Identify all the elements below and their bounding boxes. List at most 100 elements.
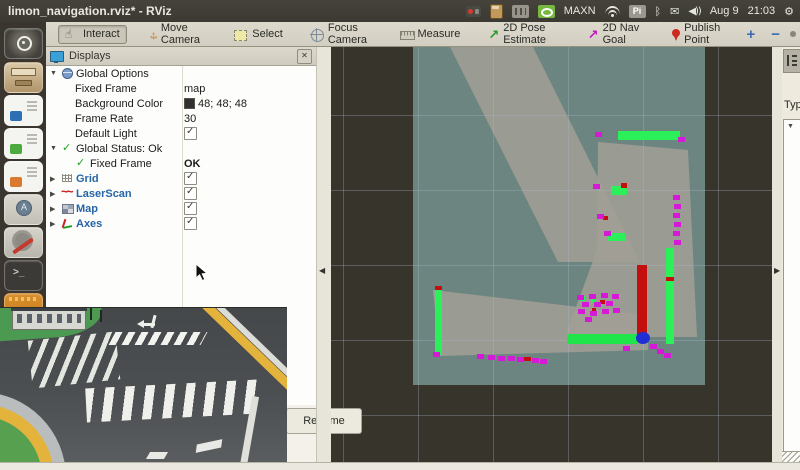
pi-indicator[interactable]: Pi — [629, 5, 646, 18]
clipboard-icon[interactable] — [490, 4, 503, 19]
displays-row[interactable]: ▶Map — [46, 201, 316, 216]
displays-row[interactable]: ▼ Global Status: Ok — [46, 141, 316, 156]
laserscan-hit-magenta — [595, 132, 602, 137]
panel-tab-icon[interactable] — [783, 49, 800, 73]
displays-panel-titlebar[interactable]: Displays ✕ — [46, 47, 316, 66]
expander-icon[interactable]: ▶ — [50, 190, 61, 198]
interact-tool-button[interactable]: ☝ Interact — [58, 25, 127, 44]
property-value — [184, 172, 197, 185]
collapse-right-arrow-icon[interactable]: ▶ — [774, 266, 780, 275]
displays-row[interactable]: ▶ Axes — [46, 216, 316, 231]
window-title: limon_navigation.rviz* - RViz — [0, 4, 172, 18]
resize-handle[interactable] — [782, 451, 800, 462]
bluetooth-icon[interactable]: ᛒ — [655, 5, 662, 18]
laserscan-hit-magenta — [532, 358, 539, 363]
value-text: 48; 48; 48 — [198, 98, 247, 110]
property-value: map — [184, 83, 205, 95]
launcher-item-calc[interactable] — [4, 128, 43, 159]
grid-line — [330, 115, 772, 116]
property-value — [184, 217, 197, 230]
property-label: Default Light — [75, 128, 137, 140]
screen-record-icon[interactable] — [466, 6, 481, 17]
checkbox[interactable] — [184, 202, 197, 215]
mail-icon[interactable]: ✉ — [670, 5, 679, 18]
checkbox[interactable] — [184, 217, 197, 230]
displays-row[interactable]: Frame Rate30 — [46, 111, 316, 126]
property-value — [184, 127, 197, 140]
laserscan-hit-magenta — [606, 301, 613, 306]
displays-row[interactable]: Fixed Framemap — [46, 81, 316, 96]
clock-time[interactable]: 21:03 — [748, 5, 776, 17]
overflow-icon[interactable] — [790, 31, 796, 37]
property-label: Fixed Frame — [90, 158, 152, 170]
session-gear-icon[interactable]: ⚙ — [784, 5, 794, 18]
expander-icon[interactable]: ▶ — [50, 220, 61, 228]
pose-estimate-tool-button[interactable]: ↗ 2D Pose Estimate — [481, 19, 566, 49]
turn-arrow-marking — [138, 314, 166, 330]
property-label: Axes — [76, 218, 102, 230]
expander-icon[interactable]: ▼ — [50, 145, 61, 152]
focus-camera-tool-button[interactable]: Focus Camera — [304, 19, 379, 49]
view-type-listbox[interactable] — [783, 119, 800, 453]
laserscan-hit-magenta — [612, 294, 619, 299]
volume-icon[interactable]: ◀)) — [688, 6, 701, 17]
launcher-item-impress[interactable] — [4, 161, 43, 192]
keyboard-indicator-icon[interactable] — [512, 5, 529, 18]
green-arrow-icon: ↗ — [488, 28, 499, 41]
expander-icon[interactable]: ▶ — [50, 205, 61, 213]
laser-icon — [61, 188, 76, 199]
add-tool-button[interactable]: + — [746, 26, 755, 43]
miniature-building — [12, 307, 86, 330]
measure-tool-button[interactable]: Measure — [393, 25, 468, 44]
displays-row[interactable]: Background Color48; 48; 48 — [46, 96, 316, 111]
wifi-icon[interactable] — [605, 6, 620, 17]
laserscan-hit-red — [621, 183, 627, 188]
check-icon — [61, 143, 76, 154]
left-splitter[interactable]: ◀ — [316, 47, 331, 462]
render-viewport[interactable] — [330, 47, 772, 462]
nav-goal-tool-button[interactable]: ↗ 2D Nav Goal — [581, 19, 649, 49]
pole — [100, 310, 102, 322]
laserscan-hit-magenta — [582, 302, 589, 307]
property-value: 30 — [184, 113, 196, 125]
displays-row[interactable]: ▶LaserScan — [46, 186, 316, 201]
displays-row[interactable]: Default Light — [46, 126, 316, 141]
property-value — [184, 187, 197, 200]
collapse-left-arrow-icon[interactable]: ◀ — [319, 266, 325, 275]
expander-icon[interactable]: ▼ — [50, 70, 61, 77]
lane-dash — [146, 452, 168, 459]
nvidia-icon[interactable] — [538, 5, 555, 18]
grid-icon — [61, 173, 76, 184]
clock-date[interactable]: Aug 9 — [710, 5, 739, 17]
right-splitter[interactable]: ▶ — [772, 47, 782, 462]
laserscan-hit-magenta — [585, 317, 592, 322]
grid-line — [643, 47, 644, 462]
menubar: limon_navigation.rviz* - RViz MAXN Pi ᛒ … — [0, 0, 800, 22]
launcher-item-settings[interactable] — [4, 227, 43, 258]
laserscan-hit-magenta — [674, 222, 681, 227]
select-tool-button[interactable]: Select — [227, 25, 290, 44]
displays-row[interactable]: ▶Grid — [46, 171, 316, 186]
launcher-item-terminal[interactable] — [4, 260, 43, 291]
expander-icon[interactable]: ▶ — [50, 175, 61, 183]
checkbox[interactable] — [184, 187, 197, 200]
move-arrows-icon — [148, 28, 157, 41]
remove-tool-button[interactable]: − — [771, 26, 780, 43]
checkbox[interactable] — [184, 127, 197, 140]
launcher-item-files[interactable] — [4, 62, 43, 93]
publish-point-tool-button[interactable]: Publish Point — [663, 19, 732, 49]
displays-panel-title: Displays — [69, 50, 111, 62]
checkbox[interactable] — [184, 172, 197, 185]
displays-row[interactable]: ▼ Global Options — [46, 66, 316, 81]
property-label: Global Options — [76, 68, 149, 80]
axes-icon — [61, 218, 76, 229]
displays-row[interactable]: Fixed FrameOK — [46, 156, 316, 171]
property-label: Global Status: Ok — [76, 143, 162, 155]
close-panel-button[interactable]: ✕ — [297, 49, 312, 64]
launcher-item-software[interactable] — [4, 194, 43, 225]
launcher-item-writer[interactable] — [4, 95, 43, 126]
move-camera-tool-button[interactable]: Move Camera — [141, 19, 214, 49]
launcher-item-dash[interactable] — [4, 28, 43, 59]
laserscan-hit-magenta — [433, 352, 440, 357]
laserscan-hit-magenta — [674, 240, 681, 245]
